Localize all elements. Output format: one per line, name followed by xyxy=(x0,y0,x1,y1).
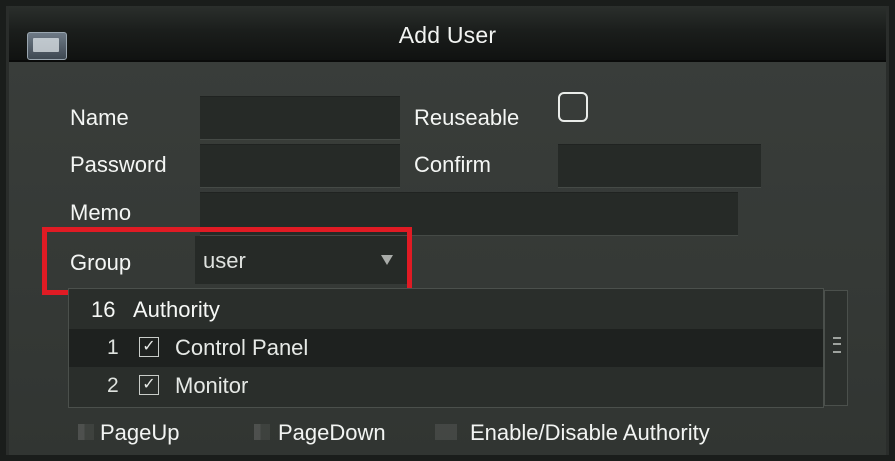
memo-field[interactable] xyxy=(200,192,738,236)
check-icon[interactable]: ✓ xyxy=(139,337,159,357)
page-up-icon xyxy=(78,424,94,440)
reuseable-checkbox[interactable] xyxy=(558,92,588,122)
authority-header-label: Authority xyxy=(133,297,220,322)
page-up-button[interactable]: PageUp xyxy=(100,420,180,446)
memo-label: Memo xyxy=(70,200,132,225)
authority-name: Monitor xyxy=(175,373,249,398)
confirm-field[interactable] xyxy=(558,144,761,188)
row-number: 1 xyxy=(107,336,119,359)
confirm-label: Confirm xyxy=(414,152,492,177)
authority-name: Control Panel xyxy=(175,335,309,360)
page-down-button[interactable]: PageDown xyxy=(278,420,386,446)
group-select[interactable]: user xyxy=(195,236,407,284)
authority-count: 16 xyxy=(91,297,116,322)
toggle-icon xyxy=(435,424,457,440)
row-number: 2 xyxy=(107,374,119,397)
chevron-down-icon[interactable] xyxy=(381,255,393,265)
check-icon[interactable]: ✓ xyxy=(139,375,159,395)
window-title: Add User xyxy=(398,22,497,48)
reuseable-label: Reuseable xyxy=(414,105,520,130)
authority-scrollbar[interactable] xyxy=(824,290,848,406)
group-label: Group xyxy=(70,250,132,275)
password-label: Password xyxy=(70,152,167,177)
scrollbar-thumb[interactable] xyxy=(833,337,841,353)
title-bar: Add User xyxy=(9,6,886,62)
enable-disable-authority-button[interactable]: Enable/Disable Authority xyxy=(470,420,710,446)
page-down-icon xyxy=(254,424,270,440)
authority-row[interactable]: 1 ✓ Control Panel xyxy=(69,329,823,367)
name-label: Name xyxy=(70,105,129,130)
name-field[interactable] xyxy=(200,96,400,140)
authority-list-header: 16 Authority xyxy=(69,289,823,329)
group-selected-value: user xyxy=(203,248,246,273)
authority-list: 16 Authority 1 ✓ Control Panel 2 ✓ Monit… xyxy=(68,288,824,408)
authority-row[interactable]: 2 ✓ Monitor xyxy=(69,367,823,405)
password-field[interactable] xyxy=(200,144,400,188)
